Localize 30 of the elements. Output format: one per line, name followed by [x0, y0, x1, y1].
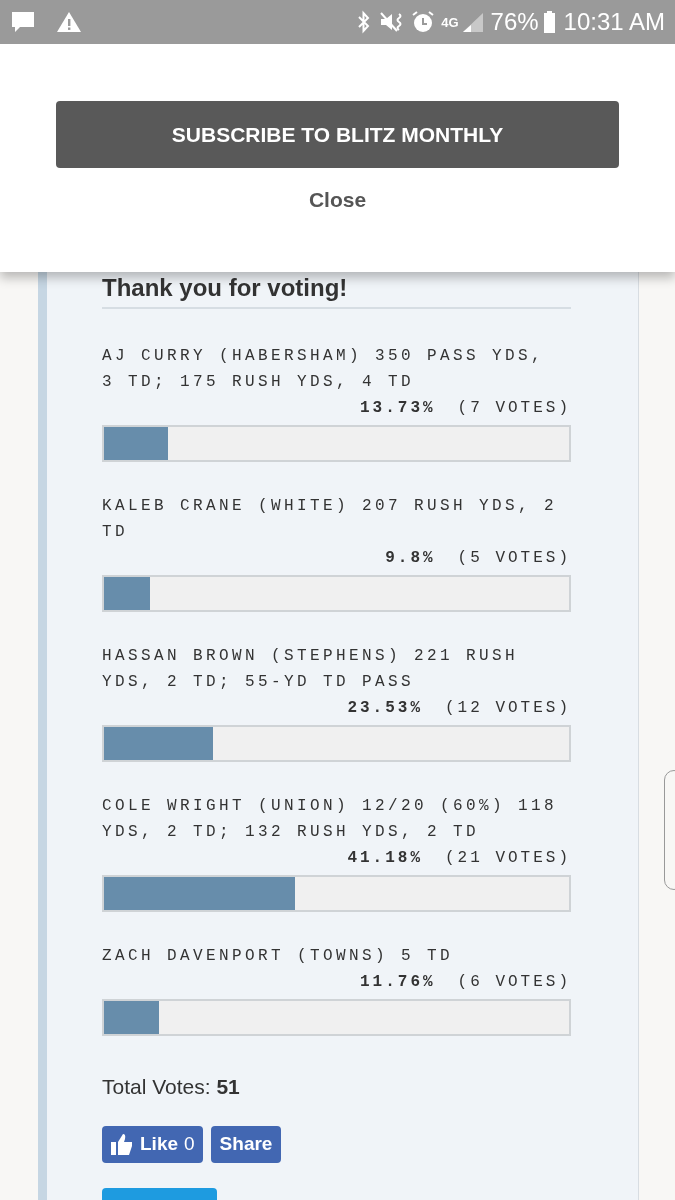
- alarm-icon: [411, 10, 436, 34]
- option-label: AJ CURRY (HABERSHAM) 350 PASS YDS, 3 TD; 175 RUSH YDS, 4 TD: [102, 346, 546, 393]
- share-button[interactable]: Share: [210, 1125, 282, 1163]
- vote-count: (6 VOTES): [457, 972, 571, 993]
- bluetooth-icon: [357, 10, 372, 34]
- vote-count: (21 VOTES): [445, 848, 571, 869]
- option-label: KALEB CRANE (WHITE) 207 RUSH YDS, 2 TD: [102, 496, 559, 543]
- option-label: ZACH DAVENPORT (TOWNS) 5 TD: [102, 946, 455, 967]
- close-button[interactable]: Close: [300, 180, 375, 220]
- total-votes: Total Votes: 51: [102, 1074, 241, 1100]
- vote-percent: 41.18%: [347, 848, 423, 869]
- poll-heading: Thank you for voting!: [102, 273, 349, 303]
- option-label: HASSAN BROWN (STEPHENS) 221 RUSH YDS, 2 TD; 55-YD TD PASS: [102, 646, 520, 693]
- battery-icon: [542, 10, 556, 34]
- vote-percent: 13.73%: [359, 398, 436, 419]
- clock-time: 10:31 AM: [563, 7, 665, 37]
- network-type: 4G: [441, 15, 459, 29]
- message-icon: [10, 10, 36, 34]
- thumbs-up-icon: [110, 1132, 134, 1156]
- vote-percent: 9.8%: [385, 548, 436, 569]
- subscribe-button[interactable]: SUBSCRIBE TO BLITZ MONTHLY: [56, 101, 619, 168]
- vote-count: (5 VOTES): [457, 548, 571, 569]
- vote-count: (7 VOTES): [457, 398, 571, 419]
- option-label: COLE WRIGHT (UNION) 12/20 (60%) 118 YDS, 2 TD; 132 RUSH YDS, 2 TD: [102, 796, 559, 843]
- like-button[interactable]: Like 0: [102, 1125, 203, 1163]
- vote-percent: 23.53%: [347, 698, 423, 719]
- vote-percent: 11.76%: [359, 972, 436, 993]
- vote-count: (12 VOTES): [445, 698, 571, 719]
- battery-percent: 76%: [490, 7, 539, 37]
- warning-icon: [56, 11, 82, 33]
